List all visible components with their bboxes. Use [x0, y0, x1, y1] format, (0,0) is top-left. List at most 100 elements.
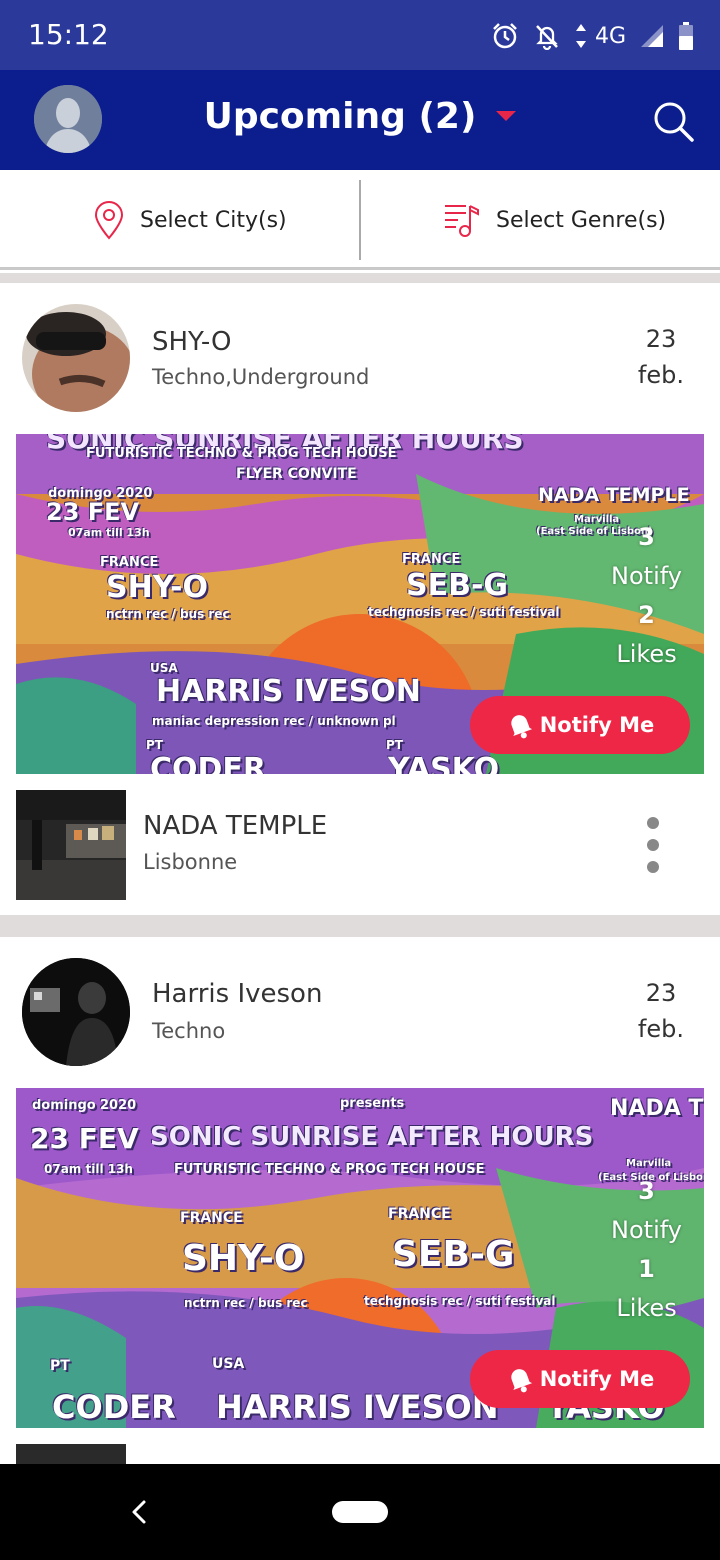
- event-date-month: feb.: [637, 1015, 684, 1043]
- flyer-country-a: FRANCE: [180, 1210, 243, 1226]
- artist-name: Harris Iveson: [152, 979, 323, 1009]
- flyer-country-a: FRANCE: [100, 555, 159, 570]
- venue-thumbnail[interactable]: [16, 790, 126, 900]
- flyer-title: SONIC SUNRISE AFTER HOURS: [150, 1122, 594, 1152]
- network-label: 4G: [594, 23, 626, 49]
- flyer-subtitle: FUTURISTIC TECHNO & PROG TECH HOUSE: [86, 446, 397, 461]
- flyer-artist-c: CODER: [52, 1388, 176, 1426]
- venue-city: Lisbonne: [143, 850, 238, 874]
- flyer-venue: NADA TEMPLE: [538, 484, 690, 506]
- likes-count: 2: [638, 601, 655, 629]
- flyer-hours: 07am till 13h: [68, 526, 150, 539]
- notify-me-button[interactable]: Notify Me: [470, 696, 690, 754]
- filter-divider: [359, 180, 361, 260]
- flyer-weekday: domingo: [32, 1098, 96, 1113]
- notifications-off-icon: [536, 25, 558, 50]
- artist-genres: Techno,Underground: [152, 365, 370, 389]
- status-bar: 15:12 4G: [0, 0, 720, 70]
- event-stats: 3 Notify 1 Likes: [611, 1172, 682, 1328]
- artist-photo: [22, 958, 130, 1066]
- select-genre-label: Select Genre(s): [496, 207, 667, 233]
- event-date: 23 feb.: [638, 321, 684, 393]
- flyer-venue-sub: Marvilla: [626, 1158, 672, 1169]
- notify-count-label: Notify: [611, 562, 682, 590]
- battery-icon: [679, 22, 693, 50]
- system-nav-bar: [0, 1464, 720, 1560]
- event-date-day: 23: [645, 979, 677, 1007]
- select-city-button[interactable]: Select City(s): [92, 170, 287, 270]
- flyer-hours: 07am till 13h: [44, 1162, 133, 1176]
- upcoming-dropdown[interactable]: Upcoming (2): [0, 96, 720, 137]
- bell-icon: [511, 715, 532, 739]
- flyer-label-a: nctrn rec / bus rec: [106, 607, 230, 621]
- alarm-icon: [493, 23, 517, 49]
- flyer-country-b: FRANCE: [402, 552, 461, 567]
- filter-bar: Select City(s) Select Genre(s): [0, 170, 720, 270]
- flyer-label-c: maniac depression rec / unknown pl: [152, 714, 396, 728]
- location-pin-icon: [94, 201, 124, 240]
- venue-photo: [16, 790, 126, 900]
- flyer-artist-c: HARRIS IVESON: [156, 674, 421, 709]
- flyer-country-c: USA: [150, 661, 178, 675]
- status-icons: 4G: [491, 18, 694, 54]
- flyer-label-b: techgnosis rec / suti festival: [364, 1294, 556, 1308]
- flyer-year: 2020: [100, 1098, 137, 1113]
- flyer-artist-b: SEB-G: [392, 1234, 515, 1275]
- artist-name: SHY-O: [152, 327, 232, 357]
- app-bar: Upcoming (2): [0, 70, 720, 170]
- flyer-artist-d: CODER: [150, 752, 267, 774]
- likes-count: 1: [638, 1255, 655, 1283]
- flyer-label-a: nctrn rec / bus rec: [184, 1296, 308, 1310]
- flyer-country-c: PT: [50, 1358, 70, 1374]
- flyer-country-d: USA: [212, 1356, 245, 1372]
- page-title: Upcoming (2): [203, 96, 477, 137]
- flyer-artist-d: HARRIS IVESON: [216, 1388, 499, 1426]
- flyer-date: 23 FEV: [46, 498, 140, 526]
- artist-genres: Techno: [152, 1019, 226, 1043]
- likes-count-label: Likes: [616, 1294, 677, 1322]
- list-spacer: [0, 915, 720, 937]
- event-card[interactable]: Harris Iveson Techno 23 feb. domingo 202…: [0, 937, 720, 1464]
- flyer-artist-a: SHY-O: [106, 570, 208, 605]
- more-options-icon[interactable]: [642, 817, 664, 873]
- notify-me-label: Notify Me: [539, 713, 655, 737]
- music-list-icon: [445, 205, 479, 237]
- flyer-venue: NADA TEMPLE: [610, 1096, 704, 1121]
- likes-count-label: Likes: [616, 640, 677, 668]
- artist-avatar[interactable]: [22, 958, 130, 1066]
- flyer-country-d: PT: [146, 738, 163, 752]
- event-flyer[interactable]: SONIC SUNRISE AFTER HOURS FUTURISTIC TEC…: [16, 434, 704, 774]
- event-date-month: feb.: [637, 361, 684, 389]
- status-time: 15:12: [28, 18, 109, 51]
- flyer-presents: presents: [340, 1096, 405, 1111]
- notify-count: 3: [638, 523, 655, 551]
- notify-me-label: Notify Me: [539, 1367, 655, 1391]
- select-city-label: Select City(s): [140, 207, 287, 233]
- signal-icon: [641, 25, 663, 47]
- dropdown-caret-icon: [496, 111, 517, 121]
- search-icon[interactable]: [652, 100, 694, 142]
- event-flyer[interactable]: domingo 2020 presents 23 FEV 07am till 1…: [16, 1088, 704, 1428]
- notify-count: 3: [638, 1177, 655, 1205]
- notify-me-button[interactable]: Notify Me: [470, 1350, 690, 1408]
- bell-icon: [511, 1369, 532, 1393]
- artist-avatar[interactable]: [22, 304, 130, 412]
- flyer-date: 23 FEV: [30, 1122, 139, 1155]
- venue-thumbnail[interactable]: [16, 1444, 126, 1464]
- flyer-country-e: PT: [386, 738, 403, 752]
- flyer-subtitle: FUTURISTIC TECHNO & PROG TECH HOUSE: [174, 1162, 485, 1177]
- event-date: 23 feb.: [638, 975, 684, 1047]
- flyer-label-b: techgnosis rec / suti festival: [368, 605, 560, 619]
- select-genre-button[interactable]: Select Genre(s): [442, 170, 666, 270]
- flyer-artist-b: SEB-G: [406, 568, 509, 603]
- back-icon[interactable]: [128, 1498, 150, 1526]
- flyer-artist-e: YASKO: [388, 752, 500, 774]
- home-pill-icon[interactable]: [332, 1501, 388, 1523]
- venue-name: NADA TEMPLE: [143, 811, 328, 841]
- flyer-tag: FLYER CONVITE: [236, 466, 357, 482]
- flyer-artist-a: SHY-O: [182, 1238, 305, 1279]
- event-stats: 3 Notify 2 Likes: [611, 518, 682, 674]
- artist-photo: [22, 304, 130, 412]
- list-spacer: [0, 273, 720, 283]
- event-card[interactable]: SHY-O Techno,Underground 23 feb. SONIC S…: [0, 283, 720, 915]
